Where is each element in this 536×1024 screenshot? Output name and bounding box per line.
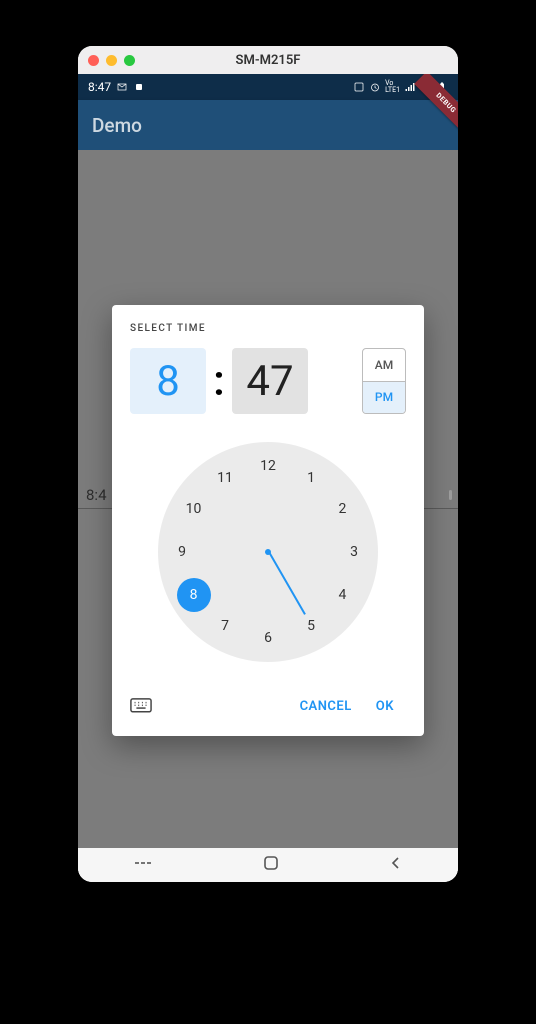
clock-hour-4[interactable]: 4 xyxy=(339,587,347,603)
home-button[interactable] xyxy=(263,855,279,875)
am-pm-toggle: AM PM xyxy=(362,348,406,414)
clock-dial-container: 121234567891011 xyxy=(130,442,406,662)
am-option[interactable]: AM xyxy=(363,349,405,381)
cancel-button[interactable]: Cancel xyxy=(288,691,364,722)
device-simulator-window: SM-M215F 8:47 VoLTE1 De xyxy=(78,46,458,882)
recent-apps-button[interactable] xyxy=(133,857,153,873)
window-controls xyxy=(88,55,135,66)
alarm-icon xyxy=(369,81,381,93)
clock-hour-5[interactable]: 5 xyxy=(307,618,315,634)
clock-hour-10[interactable]: 10 xyxy=(186,501,202,517)
notification-dot-icon xyxy=(133,81,145,93)
clock-hand xyxy=(268,552,306,615)
minute-field[interactable]: 47 xyxy=(232,348,308,414)
clock-dial[interactable]: 121234567891011 xyxy=(158,442,378,662)
phone-screen: 8:47 VoLTE1 Demo DEBUG xyxy=(78,74,458,882)
window-title: SM-M215F xyxy=(78,53,458,68)
minimize-window-button[interactable] xyxy=(106,55,117,66)
hour-field[interactable]: 8 xyxy=(130,348,206,414)
clock-hour-9[interactable]: 9 xyxy=(178,544,186,560)
close-window-button[interactable] xyxy=(88,55,99,66)
clock-selection-thumb[interactable]: 8 xyxy=(177,578,211,612)
status-time: 8:47 xyxy=(88,80,111,94)
time-picker-dialog: SELECT TIME 8 : 47 AM PM 121234567891011 xyxy=(112,305,424,736)
volte-indicator: VoLTE1 xyxy=(385,80,400,94)
clock-hour-1[interactable]: 1 xyxy=(307,470,315,486)
back-button[interactable] xyxy=(389,856,403,874)
dialog-title: SELECT TIME xyxy=(130,323,406,334)
keyboard-icon[interactable] xyxy=(130,698,152,714)
app-title: Demo xyxy=(92,114,142,137)
android-status-bar: 8:47 VoLTE1 xyxy=(78,74,458,100)
gmail-icon xyxy=(116,81,128,93)
ok-button[interactable]: OK xyxy=(364,691,406,722)
clock-hour-11[interactable]: 11 xyxy=(217,470,233,486)
time-display-row: 8 : 47 AM PM xyxy=(130,348,406,414)
zoom-window-button[interactable] xyxy=(124,55,135,66)
clock-hour-12[interactable]: 12 xyxy=(260,458,276,474)
nfc-icon xyxy=(353,81,365,93)
app-body: 8: 4 SELECT TIME 8 : 47 AM PM 1 xyxy=(78,150,458,848)
clock-hour-3[interactable]: 3 xyxy=(350,544,358,560)
clock-hour-2[interactable]: 2 xyxy=(339,501,347,517)
clock-hour-6[interactable]: 6 xyxy=(264,630,272,646)
pm-option[interactable]: PM xyxy=(363,381,405,414)
dialog-action-row: Cancel OK xyxy=(130,686,406,726)
time-separator: : xyxy=(212,357,226,406)
clock-hour-7[interactable]: 7 xyxy=(221,618,229,634)
app-bar: Demo DEBUG xyxy=(78,100,458,150)
android-nav-bar xyxy=(78,848,458,882)
window-titlebar: SM-M215F xyxy=(78,46,458,74)
